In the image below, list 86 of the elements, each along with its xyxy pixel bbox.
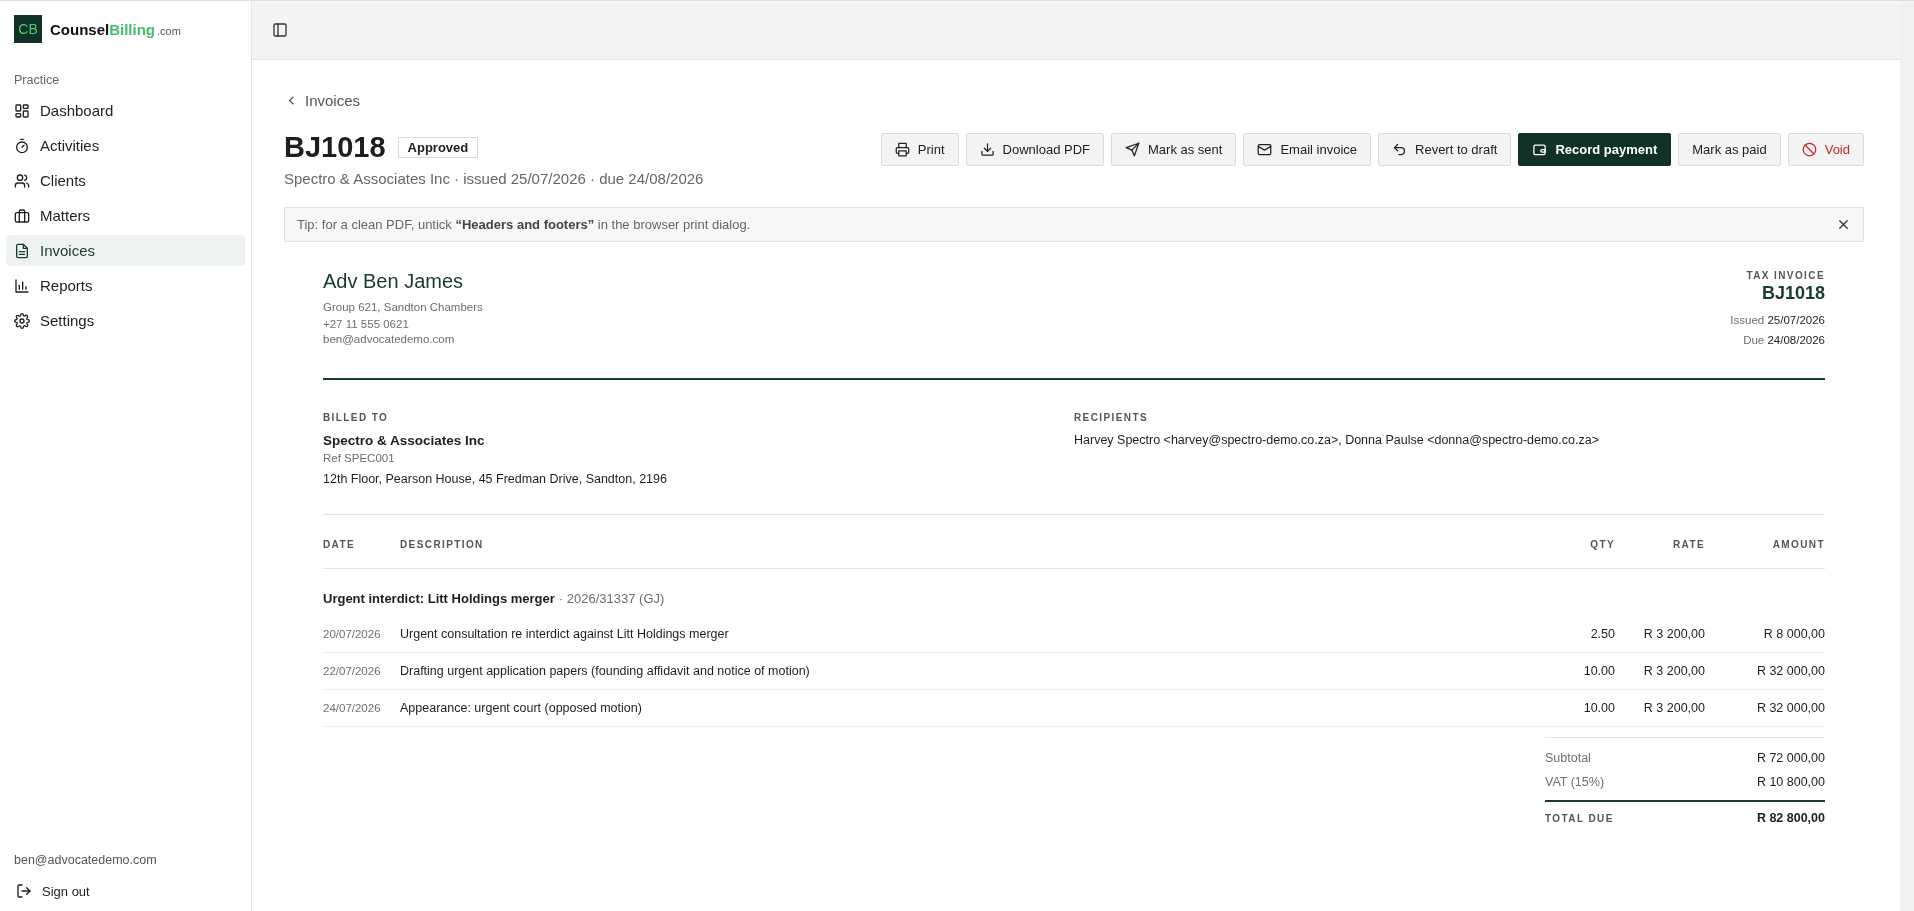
total-label: Subtotal (1545, 751, 1591, 765)
advocate-phone: +27 11 555 0621 (323, 317, 410, 332)
action-button[interactable]: Void (1787, 133, 1864, 166)
document-number: BJ1018 (1760, 283, 1825, 304)
nav-item[interactable]: Activities (6, 130, 245, 161)
action-button[interactable]: Mark as sent (1111, 133, 1237, 166)
brand-name: CounselBilling.com (50, 20, 181, 38)
invoice-number: BJ1018 (284, 131, 386, 164)
description-cell: Drafting urgent application papers (founding affidavit and notice of motion) (400, 664, 810, 678)
date-value: 25/07/2026 (1767, 314, 1825, 326)
action-button[interactable]: Download PDF (965, 133, 1104, 166)
undo-icon (1392, 142, 1407, 157)
date-label: Issued (1730, 314, 1765, 326)
total-value: R 10 800,00 (1756, 775, 1825, 789)
envelope-icon (1257, 142, 1273, 157)
client-address: 12th Floor, Pearson House, 45 Fredman Drive, Sandton, 2196 (323, 472, 668, 486)
total-value: R 82 800,00 (1756, 811, 1825, 825)
column-header: QTY (1590, 539, 1615, 550)
client-name: Spectro & Associates Inc (323, 433, 486, 448)
amount-cell: R 32 000,00 (1756, 701, 1825, 715)
total-value: R 72 000,00 (1756, 751, 1825, 765)
column-header: AMOUNT (1772, 539, 1825, 550)
document-icon (14, 242, 30, 259)
rate-cell: R 3 200,00 (1643, 701, 1705, 715)
grid-icon (14, 102, 30, 119)
wallet-icon (1532, 142, 1548, 157)
date-cell: 20/07/2026 (323, 628, 381, 640)
briefcase-icon (14, 207, 30, 224)
nav-item[interactable]: Clients (6, 165, 245, 196)
close-icon[interactable] (1836, 217, 1851, 232)
matter-title: Urgent interdict: Litt Holdings merger (323, 591, 555, 606)
bar-chart-icon (14, 277, 30, 294)
tip-text: Tip: for a clean PDF, untick “Headers and footers” in the browser print dialog. (297, 217, 751, 232)
date-value: 24/08/2026 (1767, 334, 1825, 346)
date-cell: 22/07/2026 (323, 665, 381, 677)
document-type: TAX INVOICE (1745, 270, 1825, 281)
action-button[interactable]: Revert to draft (1378, 133, 1512, 166)
gear-icon (14, 312, 30, 329)
nav-item[interactable]: Dashboard (6, 95, 245, 126)
recipients-label: RECIPIENTS (1074, 412, 1149, 423)
action-button[interactable]: Print (880, 133, 959, 166)
qty-cell: 10.00 (1583, 701, 1615, 715)
ban-icon (1801, 142, 1817, 157)
download-icon (979, 142, 995, 157)
sign-out-link[interactable]: Sign out (6, 883, 245, 899)
advocate-name: Adv Ben James (323, 270, 465, 293)
action-button[interactable]: Record payment (1518, 133, 1672, 166)
user-email: ben@advocatedemo.com (13, 853, 158, 867)
billed-to-label: BILLED TO (323, 412, 390, 423)
back-link[interactable]: Invoices (284, 92, 361, 109)
total-label: VAT (15%) (1545, 775, 1605, 789)
action-button[interactable]: Email invoice (1243, 133, 1371, 166)
action-button[interactable]: Mark as paid (1678, 133, 1781, 166)
invoice-subtitle: Spectro & Associates Inc · issued 25/07/2026 · due 24/08/2026 (284, 170, 704, 187)
logout-icon (16, 883, 32, 899)
sidebar-toggle-icon[interactable] (272, 22, 288, 38)
logo-mark: CB (14, 15, 42, 43)
rate-cell: R 3 200,00 (1643, 664, 1705, 678)
people-icon (14, 172, 30, 189)
rate-cell: R 3 200,00 (1643, 627, 1705, 641)
date-label: Due (1743, 334, 1765, 346)
qty-cell: 10.00 (1583, 664, 1615, 678)
description-cell: Urgent consultation re interdict against Litt Holdings merger (400, 627, 729, 641)
printer-icon (894, 142, 910, 157)
date-cell: 24/07/2026 (323, 702, 381, 714)
advocate-email: ben@advocatedemo.com (323, 333, 456, 346)
column-header: DESCRIPTION (400, 539, 484, 550)
client-ref: Ref SPEC001 (323, 451, 396, 466)
nav-item[interactable]: Reports (6, 270, 245, 301)
qty-cell: 2.50 (1590, 627, 1615, 641)
amount-cell: R 32 000,00 (1756, 664, 1825, 678)
column-header: DATE (323, 539, 356, 550)
amount-cell: R 8 000,00 (1763, 627, 1825, 641)
column-header: RATE (1672, 539, 1705, 550)
nav-item[interactable]: Invoices (6, 235, 245, 266)
nav-item[interactable]: Matters (6, 200, 245, 231)
recipients-text: Harvey Spectro <harvey@spectro-demo.co.za>, Donna Paulse <donna@spectro-demo.co.za> (1074, 433, 1600, 447)
nav-item[interactable]: Settings (6, 305, 245, 336)
stopwatch-icon (14, 137, 30, 154)
matter-reference: · 2026/31337 (GJ) (558, 591, 665, 606)
status-badge: Approved (397, 137, 479, 158)
advocate-address: Group 621, Sandton Chambers (323, 300, 483, 315)
send-icon (1125, 142, 1140, 157)
total-label: TOTAL DUE (1545, 812, 1614, 824)
section-label: Practice (13, 73, 61, 87)
description-cell: Appearance: urgent court (opposed motion) (400, 701, 642, 715)
